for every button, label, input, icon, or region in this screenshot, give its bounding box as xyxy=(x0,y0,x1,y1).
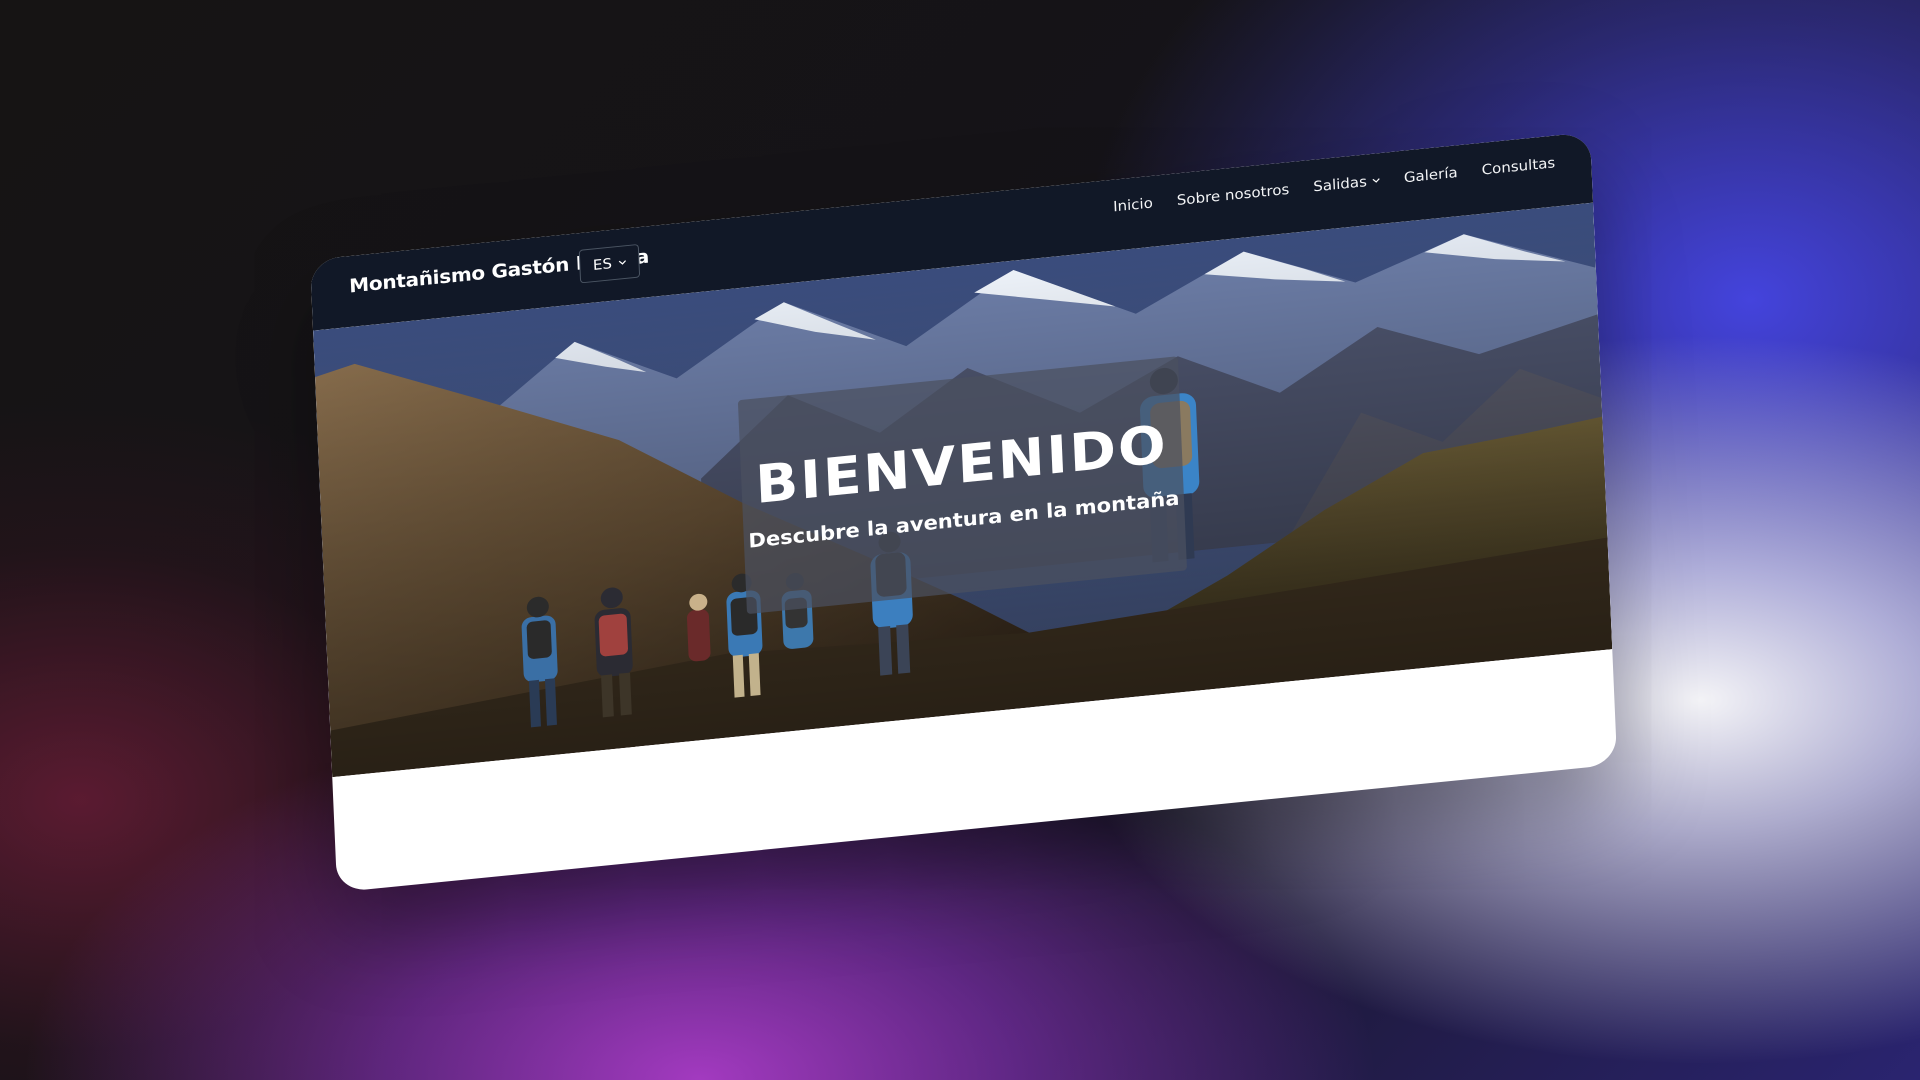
nav-item-label: Consultas xyxy=(1481,154,1556,179)
hero-welcome-card: BIENVENIDO Descubre la aventura en la mo… xyxy=(737,356,1188,615)
chevron-down-icon xyxy=(1372,178,1380,183)
nav-item-sobre-nosotros[interactable]: Sobre nosotros xyxy=(1176,181,1289,209)
nav-item-salidas[interactable]: Salidas xyxy=(1313,172,1380,195)
browser-window: Montañismo Gastón Molina ES Inicio Sobre… xyxy=(310,132,1618,893)
chevron-down-icon xyxy=(618,260,626,265)
language-selector[interactable]: ES xyxy=(578,243,641,284)
nav-links: Inicio Sobre nosotros Salidas Galería Co… xyxy=(1113,154,1556,215)
nav-item-label: Salidas xyxy=(1312,173,1368,196)
nav-item-label: Sobre nosotros xyxy=(1176,180,1290,209)
nav-item-consultas[interactable]: Consultas xyxy=(1481,154,1555,178)
nav-item-label: Galería xyxy=(1403,163,1458,187)
nav-item-label: Inicio xyxy=(1112,194,1154,216)
language-selected: ES xyxy=(592,255,613,274)
nav-item-galeria[interactable]: Galería xyxy=(1404,164,1458,186)
nav-item-inicio[interactable]: Inicio xyxy=(1113,194,1153,215)
